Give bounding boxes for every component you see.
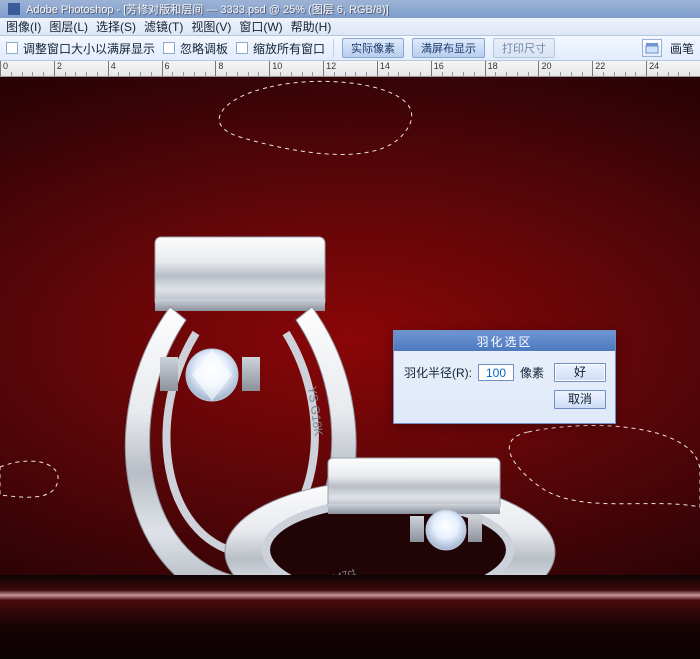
fit-on-screen-checkbox[interactable]: 调整窗口大小以满屏显示 [6, 40, 155, 57]
cancel-button[interactable]: 取消 [554, 390, 606, 409]
ok-button[interactable]: 好 [554, 363, 606, 382]
ruler-tick: 4 [108, 61, 116, 77]
options-bar: 调整窗口大小以满屏显示 忽略调板 缩放所有窗口 实际像素 満屏布显示 打印尺寸 … [0, 36, 700, 61]
horizontal-ruler: 02468101214161820222426 [0, 61, 700, 77]
menu-window[interactable]: 窗口(W) [239, 18, 282, 35]
dialog-title: 羽化选区 [394, 331, 615, 351]
fit-on-screen-label: 调整窗口大小以满屏显示 [23, 40, 155, 57]
feather-dialog[interactable]: 羽化选区 羽化半径(R): 像素 好 取消 [393, 330, 616, 424]
zoom-all-windows-checkbox[interactable]: 缩放所有窗口 [236, 40, 325, 57]
ignore-panels-label: 忽略调板 [180, 40, 228, 57]
menu-layer[interactable]: 图层(L) [49, 18, 88, 35]
fit-screen-button[interactable]: 満屏布显示 [412, 38, 485, 58]
menu-help[interactable]: 帮助(H) [291, 18, 332, 35]
separator [333, 39, 334, 57]
menu-view[interactable]: 视图(V) [191, 18, 231, 35]
actual-pixels-button[interactable]: 实际像素 [342, 38, 404, 58]
ruler-tick: 0 [0, 61, 8, 77]
ruler-tick: 8 [215, 61, 223, 77]
print-size-button[interactable]: 打印尺寸 [493, 38, 555, 58]
titlebar-text: Adobe Photoshop - [芳修对版和层间 — 3333.psd @ … [26, 1, 389, 17]
feather-radius-row: 羽化半径(R): 像素 [404, 364, 544, 381]
checkbox-icon [6, 42, 18, 54]
menu-select[interactable]: 选择(S) [96, 18, 136, 35]
menubar: 图像(I) 图层(L) 选择(S) 滤镜(T) 视图(V) 窗口(W) 帮助(H… [0, 18, 700, 36]
canvas[interactable]: YS G18K D0.047ct YS G18K 羽化选区 羽化半径(R): [0, 77, 700, 659]
app-icon [8, 3, 20, 15]
ignore-panels-checkbox[interactable]: 忽略调板 [163, 40, 228, 57]
zoom-all-label: 缩放所有窗口 [253, 40, 325, 57]
feather-radius-unit: 像素 [520, 364, 544, 381]
menu-filter[interactable]: 滤镜(T) [144, 18, 183, 35]
checkbox-icon [163, 42, 175, 54]
engraving-big: YS G18K [305, 385, 326, 436]
engraving-small-right: YS G18K [509, 586, 552, 607]
checkbox-icon [236, 42, 248, 54]
brush-tool-label[interactable]: 画笔 [670, 40, 694, 57]
titlebar: Adobe Photoshop - [芳修对版和层间 — 3333.psd @ … [0, 0, 700, 18]
menu-image[interactable]: 图像(I) [6, 18, 41, 35]
ruler-tick: 6 [162, 61, 170, 77]
palette-toggle-icon[interactable] [642, 39, 662, 57]
product-rings: YS G18K D0.047ct YS G18K [60, 207, 560, 647]
feather-radius-label: 羽化半径(R): [404, 364, 472, 381]
right-tools: 画笔 [642, 39, 694, 57]
ruler-tick: 2 [54, 61, 62, 77]
feather-radius-input[interactable] [478, 364, 514, 381]
